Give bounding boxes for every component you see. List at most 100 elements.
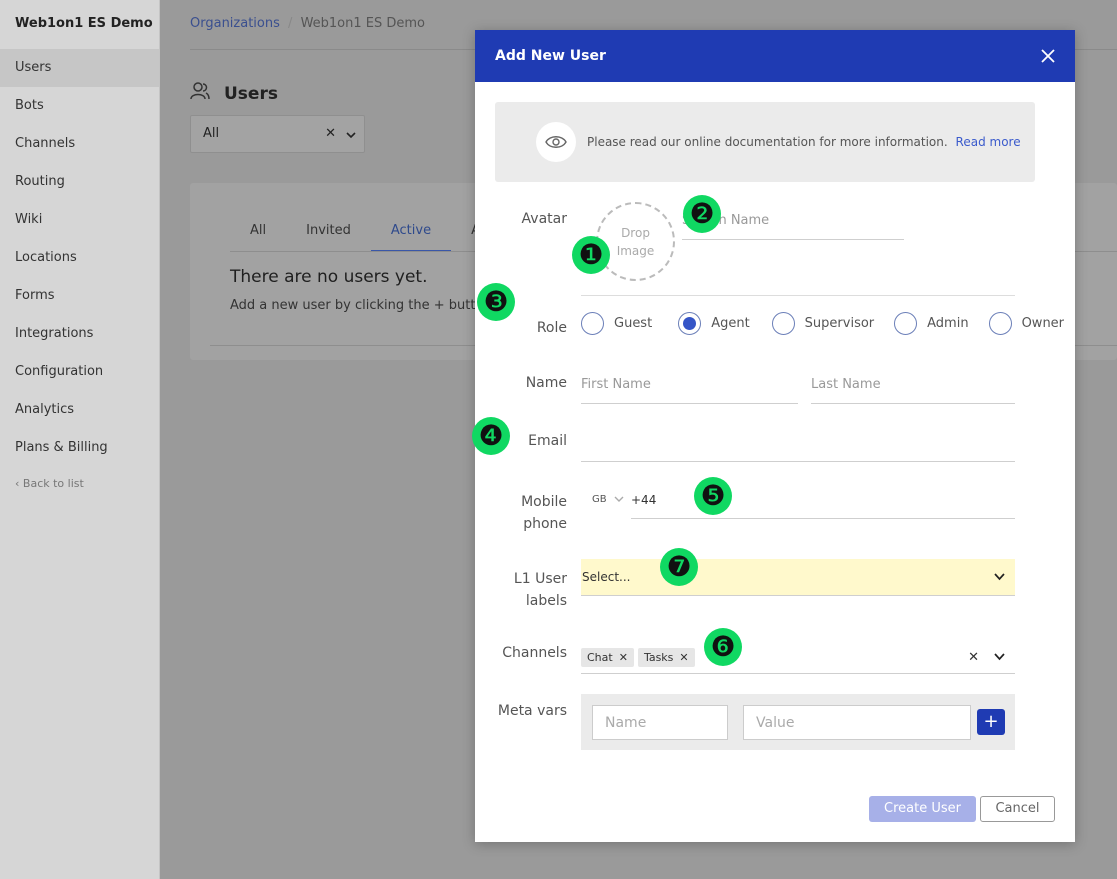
annotation-marker-1: ❶ [572, 236, 610, 274]
sidebar-item-channels[interactable]: Channels [0, 125, 159, 163]
annotation-marker-6: ❻ [704, 628, 742, 666]
page-title-text: Users [224, 83, 278, 104]
empty-state-title: There are no users yet. [230, 267, 428, 287]
annotation-marker-5: ❺ [694, 477, 732, 515]
chevron-down-icon[interactable] [994, 570, 1005, 584]
breadcrumb-separator: / [288, 16, 293, 31]
clear-icon[interactable]: ✕ [325, 126, 336, 141]
labels-label-1: L1 User [513, 571, 567, 587]
tab-all[interactable]: All [230, 223, 286, 252]
chevron-left-icon: ‹ [15, 477, 20, 490]
chevron-down-icon[interactable] [614, 492, 624, 506]
eye-icon [536, 122, 576, 162]
user-filter-select[interactable]: All ✕ [190, 115, 365, 153]
plus-icon: + [983, 711, 999, 732]
read-more-link[interactable]: Read more [956, 135, 1021, 149]
country-code-select[interactable]: GB [592, 494, 607, 505]
clear-icon[interactable]: ✕ [968, 650, 979, 665]
channels-label: Channels [502, 645, 567, 661]
labels-placeholder: Select... [582, 570, 631, 584]
first-name-placeholder: First Name [581, 377, 651, 392]
sidebar-item-routing[interactable]: Routing [0, 163, 159, 201]
meta-name-input[interactable] [592, 705, 728, 740]
sidebar-item-bots[interactable]: Bots [0, 87, 159, 125]
sidebar-item-users[interactable]: Users [0, 49, 159, 87]
empty-state-text: Add a new user by clicking the + button … [230, 298, 490, 313]
chip-tasks-label: Tasks [643, 651, 674, 664]
notice-message: Please read our online documentation for… [587, 135, 948, 149]
chevron-down-icon[interactable] [994, 650, 1005, 665]
tab-invited[interactable]: Invited [286, 223, 371, 252]
labels-label: L1 User labels [505, 568, 567, 612]
channels-multiselect[interactable]: Chat ✕ Tasks ✕ ✕ [581, 642, 1015, 674]
annotation-marker-7: ❼ [660, 548, 698, 586]
mobile-label-1: Mobile [521, 494, 567, 510]
radio-guest[interactable] [581, 312, 604, 335]
sidebar-item-plans-billing[interactable]: Plans & Billing [0, 429, 159, 467]
avatar-drop-text-1: Drop [621, 225, 650, 240]
cancel-button[interactable]: Cancel [980, 796, 1055, 822]
back-label: Back to list [22, 477, 84, 490]
create-user-button[interactable]: Create User [869, 796, 976, 822]
avatar-divider [581, 295, 1015, 296]
filter-value: All [203, 126, 220, 141]
annotation-marker-2: ❷ [683, 195, 721, 233]
channel-chip-chat: Chat ✕ [581, 648, 634, 667]
chip-chat-label: Chat [587, 651, 613, 664]
role-admin[interactable]: Admin [894, 312, 969, 335]
role-supervisor[interactable]: Supervisor [771, 312, 874, 335]
role-owner-label: Owner [1021, 316, 1065, 331]
modal-header: Add New User [475, 30, 1075, 82]
role-label: Role [536, 320, 567, 336]
breadcrumb-current: Web1on1 ES Demo [300, 16, 425, 31]
add-user-modal: Add New User Please read our online docu… [475, 30, 1075, 842]
mobile-label-2: phone [523, 516, 567, 532]
email-label: Email [528, 433, 567, 449]
modal-title: Add New User [495, 48, 606, 64]
role-radio-group: Guest Agent Supervisor Admin Owner [581, 312, 1078, 335]
chevron-down-icon[interactable] [346, 128, 356, 143]
radio-supervisor[interactable] [771, 312, 795, 335]
add-meta-var-button[interactable]: + [977, 709, 1005, 735]
sidebar-item-wiki[interactable]: Wiki [0, 201, 159, 239]
org-name: Web1on1 ES Demo [15, 16, 153, 31]
role-admin-label: Admin [927, 316, 969, 331]
remove-chip-icon[interactable]: ✕ [619, 651, 628, 664]
name-label: Name [525, 375, 567, 391]
sidebar-item-locations[interactable]: Locations [0, 239, 159, 277]
last-name-placeholder: Last Name [811, 377, 881, 392]
role-owner[interactable]: Owner [988, 312, 1065, 335]
radio-owner[interactable] [988, 312, 1012, 335]
page-title: Users [190, 82, 278, 105]
sidebar-item-analytics[interactable]: Analytics [0, 391, 159, 429]
meta-value-input[interactable] [743, 705, 971, 740]
phone-number-input[interactable]: +44 [631, 488, 1015, 519]
meta-vars-row: + [581, 694, 1015, 750]
sidebar-item-forms[interactable]: Forms [0, 277, 159, 315]
close-icon[interactable] [1041, 46, 1055, 66]
avatar-drop-zone[interactable]: Drop Image [596, 202, 675, 281]
radio-agent[interactable] [678, 312, 702, 335]
role-guest-label: Guest [614, 316, 653, 331]
role-agent[interactable]: Agent [678, 312, 750, 335]
annotation-marker-4: ❹ [472, 417, 510, 455]
channel-chip-tasks: Tasks ✕ [637, 648, 695, 667]
back-to-list-link[interactable]: ‹ Back to list [0, 467, 159, 490]
breadcrumb-organizations[interactable]: Organizations [190, 16, 280, 31]
user-labels-select[interactable]: Select... [581, 559, 1015, 596]
tab-active[interactable]: Active [370, 223, 452, 252]
users-icon [190, 82, 210, 105]
role-guest[interactable]: Guest [581, 312, 652, 335]
radio-admin[interactable] [894, 312, 918, 335]
avatar-drop-text-2: Image [616, 243, 655, 258]
remove-chip-icon[interactable]: ✕ [679, 651, 688, 664]
last-name-input[interactable]: Last Name [811, 375, 1015, 404]
sidebar-item-integrations[interactable]: Integrations [0, 315, 159, 353]
email-input[interactable] [581, 433, 1015, 462]
first-name-input[interactable]: First Name [581, 375, 798, 404]
labels-label-2: labels [525, 593, 567, 609]
meta-vars-label: Meta vars [497, 703, 567, 719]
user-tabs: All Invited Active A [230, 223, 500, 252]
sidebar-item-configuration[interactable]: Configuration [0, 353, 159, 391]
role-agent-label: Agent [711, 316, 750, 331]
